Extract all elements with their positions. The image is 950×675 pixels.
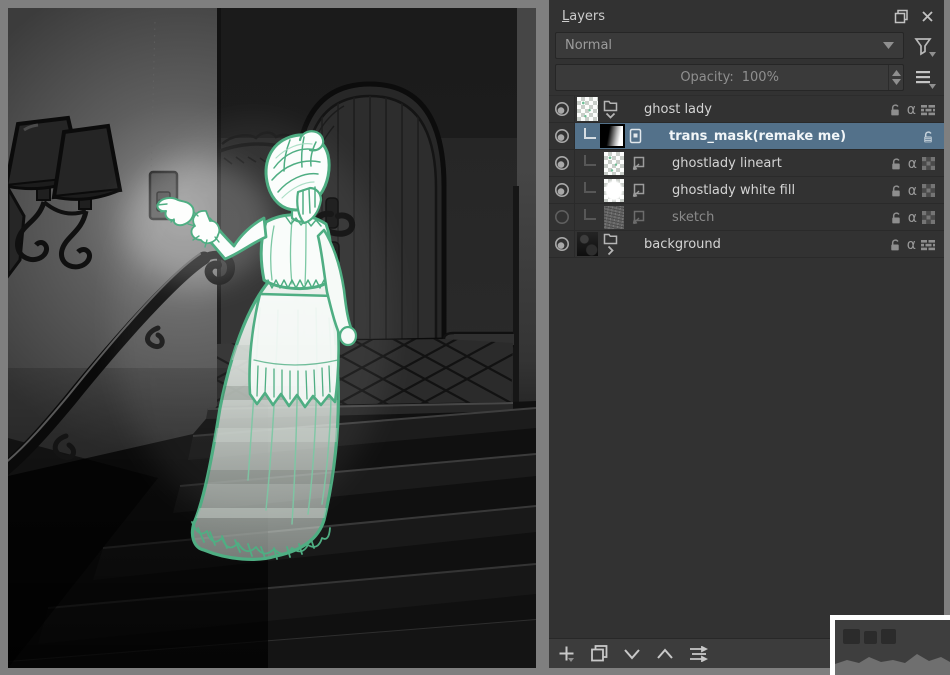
lock-icon[interactable] bbox=[889, 157, 903, 171]
spin-up-icon[interactable] bbox=[892, 70, 901, 76]
inherit-alpha-icon[interactable] bbox=[922, 211, 935, 224]
layer-name: ghostlady white fill bbox=[672, 183, 795, 198]
paint-layer-icon bbox=[630, 183, 645, 198]
krita-window: Layers Normal Opacity: 1 bbox=[0, 0, 950, 675]
lock-icon[interactable] bbox=[889, 211, 903, 225]
pass-through-icon[interactable] bbox=[921, 239, 935, 251]
visibility-toggle[interactable] bbox=[549, 231, 575, 257]
move-layer-down-button[interactable] bbox=[622, 644, 642, 664]
alpha-lock-icon[interactable]: α bbox=[908, 157, 917, 171]
chevron-down-icon[interactable] bbox=[605, 112, 616, 119]
layer-options-menu-button[interactable] bbox=[908, 64, 938, 91]
layer-row-background[interactable]: background α bbox=[549, 231, 944, 258]
visibility-toggle[interactable] bbox=[549, 150, 575, 176]
canvas-viewport[interactable] bbox=[8, 8, 536, 668]
alpha-lock-icon[interactable]: α bbox=[907, 103, 916, 117]
move-layer-up-button[interactable] bbox=[655, 644, 675, 664]
mask-thumbnail[interactable] bbox=[600, 124, 625, 148]
layer-row-ghostlady-lineart[interactable]: ghostlady lineart α bbox=[549, 150, 944, 177]
layer-row-ghost-lady[interactable]: ghost lady α bbox=[549, 96, 944, 123]
child-indent-indicator bbox=[584, 128, 596, 139]
visibility-toggle[interactable] bbox=[549, 123, 575, 149]
eye-open-icon bbox=[554, 101, 570, 117]
chevron-down-icon bbox=[883, 42, 894, 49]
layer-thumbnail[interactable] bbox=[577, 97, 598, 121]
layer-row-trans-mask[interactable]: trans_mask(remake me) bbox=[549, 123, 944, 150]
spin-down-icon[interactable] bbox=[892, 79, 901, 85]
add-layer-button[interactable] bbox=[556, 644, 576, 664]
filter-layers-button[interactable] bbox=[908, 32, 938, 59]
eye-closed-icon bbox=[554, 209, 570, 225]
layer-name: ghostlady lineart bbox=[672, 156, 782, 171]
chevron-right-icon[interactable] bbox=[607, 245, 614, 256]
chevron-down-icon bbox=[929, 84, 936, 89]
paint-layer-icon bbox=[630, 156, 645, 171]
chevron-down-icon[interactable] bbox=[568, 658, 574, 662]
child-indent-indicator bbox=[584, 182, 596, 193]
lock-icon[interactable] bbox=[889, 184, 903, 198]
layer-row-ghostlady-white-fill[interactable]: ghostlady white fill α bbox=[549, 177, 944, 204]
duplicate-layer-button[interactable] bbox=[589, 644, 609, 664]
alpha-lock-icon[interactable]: α bbox=[907, 238, 916, 252]
alpha-lock-icon[interactable]: α bbox=[908, 184, 917, 198]
docker-titlebar[interactable]: Layers bbox=[549, 0, 944, 30]
opacity-slider[interactable]: Opacity: 100% bbox=[555, 64, 904, 91]
child-indent-indicator bbox=[584, 209, 596, 220]
blend-mode-value: Normal bbox=[565, 38, 612, 53]
visibility-toggle[interactable] bbox=[549, 96, 575, 122]
lock-icon[interactable] bbox=[888, 238, 902, 252]
inherit-alpha-icon[interactable] bbox=[922, 157, 935, 170]
child-indent-indicator bbox=[584, 155, 596, 166]
opacity-label: Opacity: bbox=[680, 70, 733, 85]
opacity-spinner[interactable] bbox=[888, 65, 903, 90]
layer-thumbnail[interactable] bbox=[577, 232, 598, 256]
layer-thumbnail[interactable] bbox=[604, 152, 624, 175]
eye-open-icon bbox=[554, 236, 570, 252]
layer-properties-button[interactable] bbox=[688, 644, 708, 664]
layer-name: trans_mask(remake me) bbox=[669, 129, 846, 144]
visibility-toggle[interactable] bbox=[549, 204, 575, 230]
transparency-mask-icon bbox=[628, 128, 642, 144]
group-layer-icon[interactable] bbox=[602, 100, 618, 119]
eye-open-icon bbox=[554, 128, 570, 144]
lock-icon[interactable] bbox=[921, 130, 935, 144]
eye-open-icon bbox=[554, 182, 570, 198]
layer-thumbnail[interactable] bbox=[604, 206, 624, 229]
float-docker-button[interactable] bbox=[892, 7, 910, 25]
layers-docker: Layers Normal Opacity: 1 bbox=[549, 0, 944, 668]
inherit-alpha-icon[interactable] bbox=[922, 184, 935, 197]
overlay-preview-content bbox=[835, 620, 950, 675]
layer-thumbnail[interactable] bbox=[604, 179, 624, 202]
eye-open-icon bbox=[554, 155, 570, 171]
chevron-down-icon bbox=[929, 52, 936, 57]
group-layer-icon[interactable] bbox=[602, 233, 618, 256]
layer-name: sketch bbox=[672, 210, 714, 225]
paint-layer-icon bbox=[630, 210, 645, 225]
opacity-value: 100% bbox=[742, 70, 779, 85]
canvas-artwork bbox=[8, 8, 536, 668]
overlay-preview-window[interactable] bbox=[830, 615, 950, 675]
visibility-toggle[interactable] bbox=[549, 177, 575, 203]
layer-list: ghost lady α bbox=[549, 95, 944, 632]
layer-name: ghost lady bbox=[644, 102, 712, 117]
docker-title: Layers bbox=[562, 9, 884, 24]
lock-icon[interactable] bbox=[888, 103, 902, 117]
blend-mode-select[interactable]: Normal bbox=[555, 32, 904, 59]
pass-through-icon[interactable] bbox=[921, 104, 935, 116]
layer-name: background bbox=[644, 237, 721, 252]
layer-row-sketch[interactable]: sketch α bbox=[549, 204, 944, 231]
alpha-lock-icon[interactable]: α bbox=[908, 211, 917, 225]
close-docker-button[interactable] bbox=[918, 7, 936, 25]
